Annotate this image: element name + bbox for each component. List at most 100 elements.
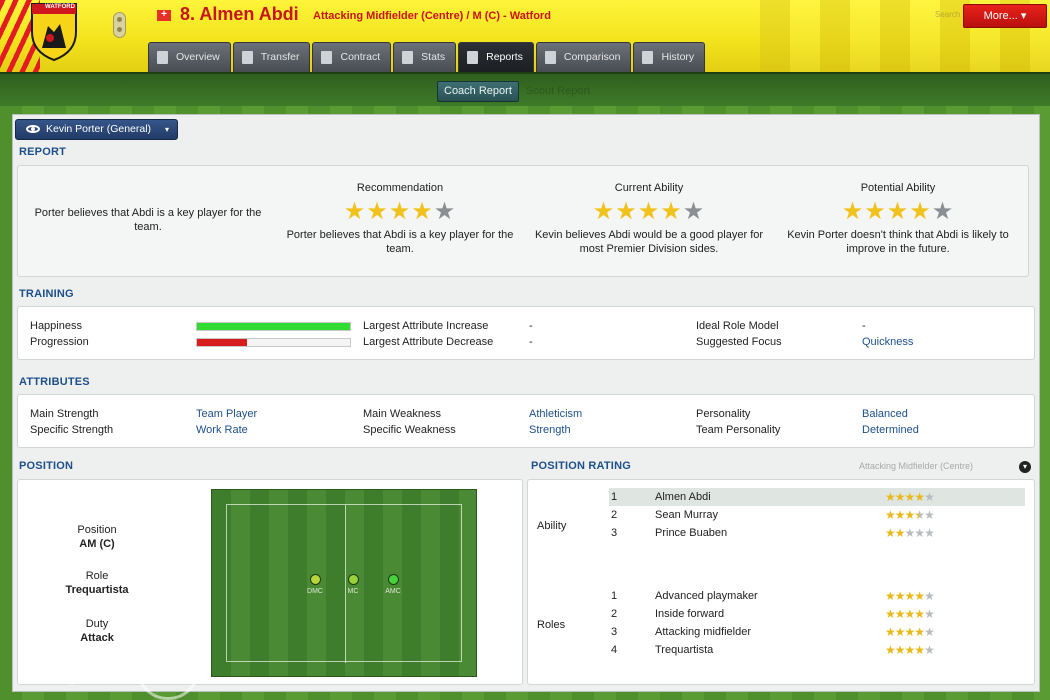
player-link[interactable]: Almen Abdi — [655, 488, 711, 506]
potential-ability-column: Potential Ability ★★★★★ Kevin Porter doe… — [778, 182, 1018, 256]
potential-ability-heading: Potential Ability — [860, 182, 936, 194]
scout-report-button[interactable]: Scout Report — [526, 85, 590, 97]
tab-history[interactable]: History — [633, 42, 706, 72]
largest-increase-value: - — [529, 320, 533, 332]
report-panel: Kevin Porter (General) ▾ REPORT Porter b… — [12, 114, 1040, 692]
chevron-down-icon[interactable]: ▾ — [1019, 461, 1031, 473]
ability-row[interactable]: 2 Sean Murray ★★★★★ — [609, 506, 1025, 524]
role-name: Advanced playmaker — [655, 590, 758, 602]
tab-stats[interactable]: Stats — [393, 42, 457, 72]
search-field[interactable]: Search — [935, 10, 960, 19]
chevron-down-icon: ▾ — [164, 125, 169, 134]
ability-row[interactable]: 1 Almen Abdi ★★★★★ — [609, 488, 1025, 506]
panel-toggle-handle[interactable] — [113, 12, 126, 38]
coach-selector-dropdown[interactable]: Kevin Porter (General) ▾ — [15, 119, 178, 140]
current-ability-heading: Current Ability — [614, 182, 684, 194]
team-personality-label: Team Personality — [696, 424, 781, 436]
work-in-progress-watermark: Work In Progress — [28, 640, 123, 684]
position-value: AM (C) — [79, 538, 115, 550]
rating-stars: ★★★★★ — [885, 607, 935, 621]
tab-reports[interactable]: Reports — [458, 42, 534, 72]
tab-label: Reports — [486, 51, 523, 63]
pitch-marker-label: MC — [347, 588, 359, 595]
tab-comparison[interactable]: Comparison — [535, 42, 632, 72]
current-ability-stars: ★★★★★ — [592, 198, 706, 225]
recommendation-text: Porter believes that Abdi is a key playe… — [286, 229, 514, 255]
player-subtitle: Attacking Midfielder (Centre) / M (C) - … — [313, 10, 551, 22]
pitch-marker-label: AMC — [385, 588, 401, 595]
largest-decrease-label: Largest Attribute Decrease — [363, 336, 494, 348]
reports-icon — [467, 51, 479, 64]
tab-contract[interactable]: Contract — [312, 42, 392, 72]
rating-stars: ★★★★★ — [885, 643, 935, 657]
role-name: Trequartista — [655, 644, 714, 656]
tab-label: Contract — [340, 51, 381, 63]
watermark-logo-icon — [136, 636, 200, 700]
position-section-title: POSITION — [19, 460, 74, 472]
contract-icon — [321, 51, 333, 64]
happiness-bar-fill — [197, 323, 350, 330]
recommendation-heading: Recommendation — [356, 182, 444, 194]
chevron-down-icon: ▾ — [1020, 10, 1027, 22]
specific-weakness-label: Specific Weakness — [363, 424, 456, 436]
progression-bar-fill — [197, 339, 248, 346]
coach-report-button[interactable]: Coach Report — [437, 81, 519, 102]
tab-transfer[interactable]: Transfer — [232, 42, 311, 72]
role-row[interactable]: 3 Attacking midfielder ★★★★★ — [609, 623, 1025, 641]
potential-ability-stars: ★★★★★ — [841, 198, 955, 225]
role-name: Attacking midfielder — [655, 626, 751, 638]
watermark-line: Progress — [28, 660, 124, 685]
player-link[interactable]: Sean Murray — [655, 506, 718, 524]
position-filter-label[interactable]: Attacking Midfielder (Centre) — [859, 461, 973, 471]
specific-strength-link[interactable]: Work Rate — [196, 424, 248, 436]
role-row[interactable]: 4 Trequartista ★★★★★ — [609, 641, 1025, 659]
tab-label: Transfer — [260, 51, 300, 63]
pitch-lines — [226, 504, 462, 663]
overview-icon — [157, 51, 168, 64]
history-icon — [642, 51, 654, 64]
specific-weakness-link[interactable]: Strength — [529, 424, 571, 436]
rank: 1 — [611, 491, 618, 503]
largest-decrease-value: - — [529, 336, 533, 348]
position-label: Position — [77, 524, 117, 536]
rating-stars: ★★★★★ — [885, 490, 935, 504]
comparison-icon — [544, 51, 556, 64]
position-pitch: DMC MC AMC — [211, 489, 477, 677]
recommendation-stars: ★★★★★ — [343, 198, 457, 225]
attributes-section-title: ATTRIBUTES — [19, 376, 90, 388]
suggested-focus-label: Suggested Focus — [696, 336, 782, 348]
pitch-marker-amc — [388, 574, 399, 585]
training-card: Happiness Progression Largest Attribute … — [17, 306, 1035, 360]
club-crest-label: WATFORD — [45, 4, 75, 10]
specific-strength-label: Specific Strength — [30, 424, 114, 436]
personality-label: Personality — [696, 408, 751, 420]
role-row[interactable]: 2 Inside forward ★★★★★ — [609, 605, 1025, 623]
main-weakness-link[interactable]: Athleticism — [529, 408, 582, 420]
pitch-marker-mc — [348, 574, 359, 585]
player-tabs: Overview Transfer Contract Stats Reports… — [148, 42, 706, 72]
report-section-title: REPORT — [19, 146, 67, 158]
suggested-focus-link[interactable]: Quickness — [862, 336, 913, 348]
main-weakness-label: Main Weakness — [363, 408, 442, 420]
rank: 3 — [611, 626, 618, 638]
tab-overview[interactable]: Overview — [148, 42, 231, 72]
role-value: Trequartista — [65, 584, 129, 596]
main-strength-link[interactable]: Team Player — [196, 408, 257, 420]
ability-row[interactable]: 3 Prince Buaben ★★★★★ — [609, 524, 1025, 542]
rank: 3 — [611, 527, 618, 539]
personality-link[interactable]: Balanced — [862, 408, 908, 420]
report-summary: Porter believes that Abdi is a key playe… — [34, 207, 262, 233]
stats-icon — [402, 51, 414, 64]
pitch-marker-label: DMC — [307, 588, 323, 595]
progression-bar — [196, 338, 351, 347]
team-personality-link[interactable]: Determined — [862, 424, 919, 436]
current-ability-text: Kevin believes Abdi would be a good play… — [534, 229, 764, 255]
rating-stars: ★★★★★ — [885, 526, 935, 540]
more-button[interactable]: More... ▾ — [963, 4, 1047, 28]
recommendation-column: Recommendation ★★★★★ Porter believes tha… — [280, 182, 520, 256]
player-link[interactable]: Prince Buaben — [655, 524, 727, 542]
ability-group-label: Ability — [537, 520, 567, 532]
role-label: Role — [85, 570, 109, 582]
largest-increase-label: Largest Attribute Increase — [363, 320, 489, 332]
role-row[interactable]: 1 Advanced playmaker ★★★★★ — [609, 587, 1025, 605]
